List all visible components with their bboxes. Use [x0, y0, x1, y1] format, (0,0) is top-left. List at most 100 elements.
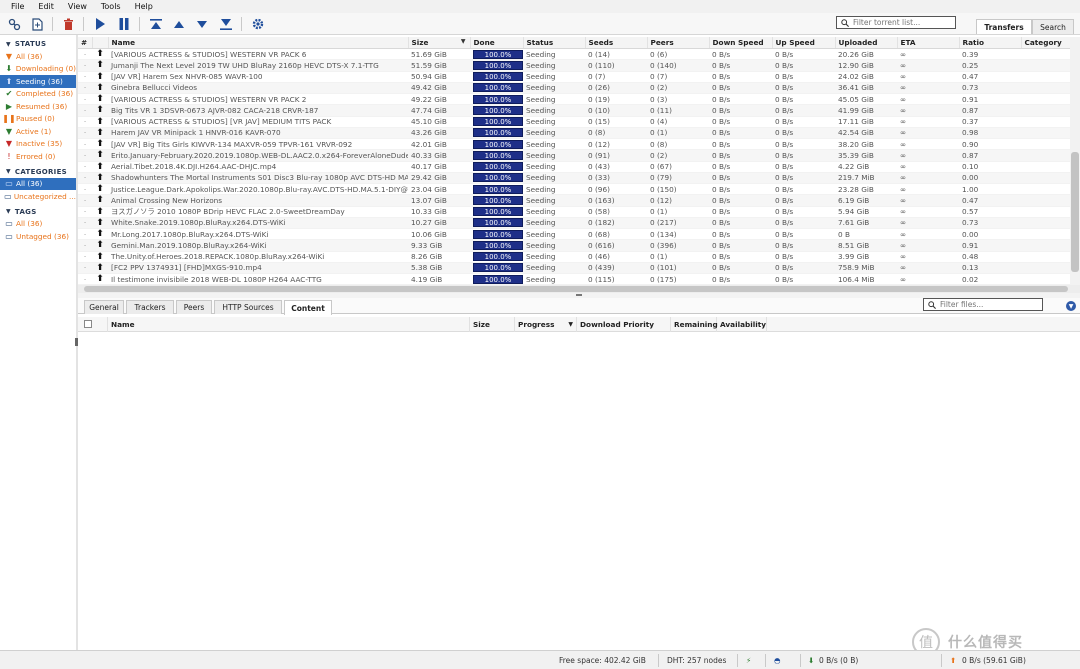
upload-speed-text[interactable]: 0 B/s (59.61 GiB) [962, 656, 1026, 665]
table-row[interactable]: · ⬆ [VARIOUS ACTRESS & STUDIOS] WESTERN VR… [78, 48, 1080, 61]
cell-ratio: 0.73 [959, 82, 1021, 95]
menu-tools[interactable]: Tools [94, 2, 128, 11]
sidebar-item-downloading[interactable]: ⬇ Downloading (0) [0, 63, 76, 76]
progress-bar: 100.0% [473, 139, 523, 149]
pane-splitter-grip[interactable] [576, 294, 582, 296]
resume-icon[interactable] [92, 16, 108, 32]
col-header-peers[interactable]: Peers [647, 37, 710, 49]
files-filter-input[interactable] [940, 300, 1036, 309]
files-filter-field[interactable] [923, 298, 1043, 311]
content-file-list [78, 332, 1080, 650]
cell-name: White.Snake.2019.1080p.BluRay.x264.DTS-W… [108, 217, 408, 230]
tab-http-sources[interactable]: HTTP Sources [214, 300, 282, 314]
tab-transfers[interactable]: Transfers [976, 19, 1032, 34]
menu-file[interactable]: File [4, 2, 31, 11]
move-bottom-icon[interactable] [218, 16, 234, 32]
table-row[interactable]: · ⬆ Justice.League.Dark.Apokolips.War.2020… [78, 183, 1080, 196]
table-row[interactable]: · ⬆ Mr.Long.2017.1080p.BluRay.x264.DTS-WiK… [78, 228, 1080, 241]
col-header-ratio[interactable]: Ratio [959, 37, 1022, 49]
table-row[interactable]: · ⬆ Animal Crossing New Horizons 13.07 GiB 1… [78, 194, 1080, 207]
upload-arrow-icon: ⬆ [92, 194, 108, 207]
tab-content[interactable]: Content [284, 300, 332, 315]
tab-general[interactable]: General [84, 300, 124, 314]
col-header-index[interactable]: # [78, 37, 93, 49]
col-header-priority-icon[interactable] [92, 37, 109, 49]
add-torrent-file-icon[interactable] [29, 16, 45, 32]
connection-status-icon[interactable]: ⚡ [746, 656, 751, 665]
speed-limit-icon[interactable]: ◓ [774, 656, 781, 665]
sidebar-tag-untagged[interactable]: ▭ Untagged (36) [0, 230, 76, 243]
table-row[interactable]: · ⬆ Harem JAV VR Minipack 1 HNVR-016 KAVR-… [78, 127, 1080, 140]
col-header-availability[interactable]: Availability [717, 317, 767, 332]
col-header-download-priority[interactable]: Download Priority [577, 317, 671, 332]
table-row[interactable]: · ⬆ Gemini.Man.2019.1080p.BluRay.x264-WiKi… [78, 239, 1080, 252]
add-torrent-link-icon[interactable] [6, 16, 22, 32]
select-all-checkbox[interactable] [84, 320, 92, 328]
tab-search[interactable]: Search [1032, 19, 1074, 34]
table-row[interactable]: · ⬆ Shadowhunters The Mortal Instruments S… [78, 172, 1080, 185]
move-top-icon[interactable] [148, 16, 164, 32]
col-header-progress[interactable]: Progress ▼ [515, 317, 577, 332]
col-header-size[interactable]: Size ▼ [408, 37, 471, 49]
col-header-remaining[interactable]: Remaining [671, 317, 718, 332]
table-row[interactable]: · ⬆ [JAV VR] Big Tits Girls KIWVR-134 MAXV… [78, 138, 1080, 151]
menu-view[interactable]: View [61, 2, 94, 11]
col-header-name[interactable]: Name [108, 37, 409, 49]
table-row[interactable]: · ⬆ The.Unity.of.Heroes.2018.REPACK.1080p.… [78, 251, 1080, 263]
delete-icon[interactable] [60, 16, 76, 32]
sidebar-item-inactive[interactable]: ▼ Inactive (35) [0, 138, 76, 151]
sidebar-item-completed[interactable]: ✔ Completed (36) [0, 88, 76, 101]
gear-icon[interactable] [250, 16, 266, 32]
table-row[interactable]: · ⬆ [VARIOUS ACTRESS & STUDIOS] [VR JAV] M… [78, 116, 1080, 128]
torrent-filter-input[interactable] [853, 18, 949, 27]
col-header-up-speed[interactable]: Up Speed [772, 37, 836, 49]
categories-section-header[interactable]: ▼ CATEGORIES [0, 166, 76, 178]
cell-uploaded: 7.61 GiB [835, 217, 897, 230]
sidebar-category-uncategorized[interactable]: ▭ Uncategorized ... [0, 190, 76, 203]
sidebar-item-paused[interactable]: ❚❚ Paused (0) [0, 113, 76, 126]
torrent-table-vscroll-thumb[interactable] [1071, 152, 1079, 272]
col-header-seeds[interactable]: Seeds [585, 37, 648, 49]
table-row[interactable]: · ⬆ White.Snake.2019.1080p.BluRay.x264.DTS… [78, 217, 1080, 230]
move-up-icon[interactable] [171, 16, 187, 32]
pause-icon[interactable] [116, 16, 132, 32]
cell-done: 100.0% [470, 251, 523, 263]
sidebar-item-resumed[interactable]: ▶ Resumed (36) [0, 100, 76, 113]
table-row[interactable]: · ⬆ Big Tits VR 1 3DSVR-0673 AJVR-082 CACA… [78, 104, 1080, 117]
sidebar-item-all[interactable]: ▼ All (36) [0, 50, 76, 63]
tab-trackers[interactable]: Trackers [126, 300, 174, 314]
table-row[interactable]: · ⬆ ヨスガノソラ 2010 1080P BDrip HEVC FLAC 2.0-… [78, 206, 1080, 218]
col-header-file-name[interactable]: Name [108, 317, 470, 332]
col-header-done[interactable]: Done [470, 37, 524, 49]
table-row[interactable]: · ⬆ Il testimone invisibile 2018 WEB-DL 10… [78, 273, 1080, 286]
tab-peers[interactable]: Peers [176, 300, 212, 314]
cell-size: 13.07 GiB [408, 194, 470, 207]
col-header-file-size[interactable]: Size [470, 317, 515, 332]
status-section-header[interactable]: ▼ STATUS [0, 38, 76, 50]
move-down-icon[interactable] [194, 16, 210, 32]
table-row[interactable]: · ⬆ Erito.January-February.2020.2019.1080p… [78, 149, 1080, 162]
sidebar-item-errored[interactable]: ! Errored (0) [0, 150, 76, 163]
sidebar-category-all[interactable]: ▭ All (36) [0, 177, 76, 190]
col-header-status[interactable]: Status [523, 37, 586, 49]
torrent-filter-field[interactable] [836, 16, 956, 29]
tags-section-header[interactable]: ▼ TAGS [0, 206, 76, 218]
table-row[interactable]: · ⬆ [FC2 PPV 1374931] [FHD]MXGS-910.mp4 5.3… [78, 262, 1080, 275]
sidebar-item-seeding[interactable]: ⬆ Seeding (36) [0, 75, 76, 88]
menu-edit[interactable]: Edit [31, 2, 61, 11]
table-row[interactable]: · ⬆ [JAV VR] Harem Sex NHVR-085 WAVR-100 50… [78, 71, 1080, 83]
chevron-down-icon[interactable]: ▼ [1066, 301, 1076, 311]
table-row[interactable]: · ⬆ [VARIOUS ACTRESS & STUDIOS] WESTERN VR… [78, 93, 1080, 106]
table-row[interactable]: · ⬆ Jumanji The Next Level 2019 TW UHD Blu… [78, 59, 1080, 72]
col-header-down-speed[interactable]: Down Speed [709, 37, 773, 49]
menu-help[interactable]: Help [128, 2, 160, 11]
sidebar-tag-all[interactable]: ▭ All (36) [0, 218, 76, 231]
sidebar-item-active[interactable]: ▼ Active (1) [0, 125, 76, 138]
torrent-table-hscroll-thumb[interactable] [84, 286, 1068, 292]
table-row[interactable]: · ⬆ Aerial.Tibet.2018.4K.DJI.H264.AAC-DHJC… [78, 161, 1080, 173]
col-header-eta[interactable]: ETA [897, 37, 960, 49]
table-row[interactable]: · ⬆ Ginebra Bellucci Videos 49.42 GiB 100.0%… [78, 82, 1080, 95]
collapse-arrow-icon: ▼ [6, 208, 11, 215]
download-speed-text[interactable]: 0 B/s (0 B) [819, 656, 858, 665]
col-header-uploaded[interactable]: Uploaded [835, 37, 898, 49]
